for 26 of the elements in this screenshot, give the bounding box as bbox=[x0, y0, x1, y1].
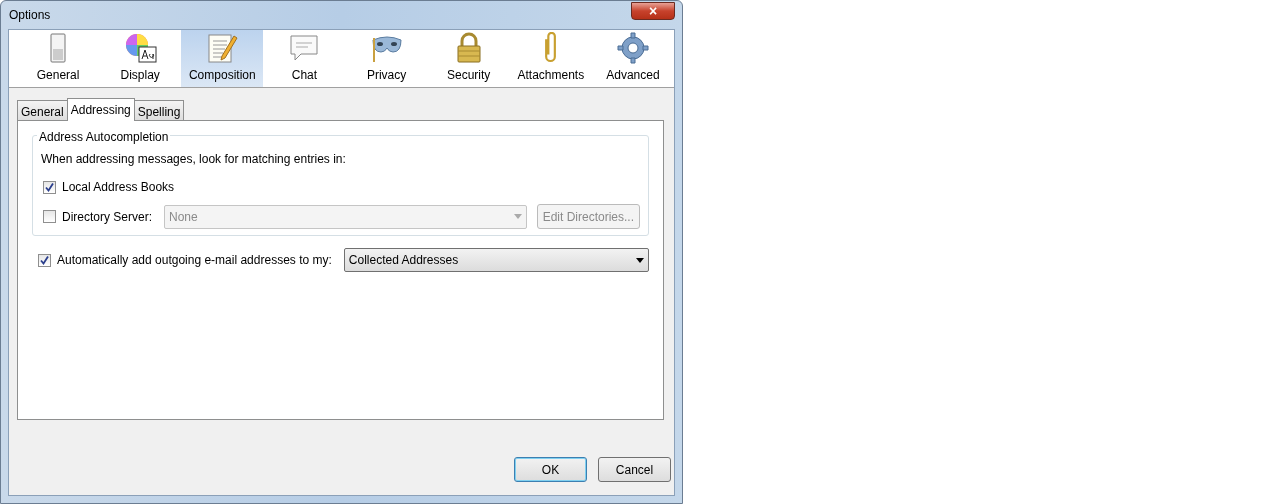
dropdown-arrow-icon bbox=[635, 257, 644, 263]
pane-tab[interactable]: Attachments bbox=[509, 30, 592, 87]
pane-tab[interactable]: Security bbox=[427, 30, 510, 87]
checkbox[interactable] bbox=[43, 180, 56, 194]
dialog-button[interactable]: Cancel bbox=[598, 457, 671, 482]
dialog-button[interactable]: OK bbox=[514, 457, 587, 482]
pane-tab[interactable]: Chat bbox=[263, 30, 346, 87]
pane-tab[interactable]: General bbox=[17, 30, 100, 87]
window-title: Options bbox=[8, 7, 51, 24]
dropdown-arrow-icon bbox=[513, 214, 522, 219]
close-button[interactable]: × bbox=[631, 2, 675, 20]
pane-tab[interactable]: Privacy bbox=[345, 30, 428, 87]
pane-tab[interactable]: Composition bbox=[181, 30, 264, 87]
checkbox-label[interactable]: Automatically add outgoing e-mail addresses to my: bbox=[57, 251, 332, 269]
tab[interactable]: General bbox=[17, 100, 68, 120]
address-book-dropdown[interactable]: Collected Addresses bbox=[343, 248, 649, 272]
tab[interactable]: Spelling bbox=[133, 100, 185, 120]
intro-text: When addressing messages, look for matching entries in: bbox=[41, 151, 347, 168]
notepad-pencil-icon bbox=[205, 32, 240, 64]
checkbox-label[interactable]: Local Address Books bbox=[62, 178, 175, 196]
tab[interactable]: Addressing bbox=[66, 98, 135, 121]
pane-tab[interactable]: Display bbox=[99, 30, 182, 87]
pane-tab[interactable]: Advanced bbox=[591, 30, 674, 87]
checkbox[interactable] bbox=[38, 253, 51, 267]
paperclip-icon bbox=[544, 32, 558, 64]
group-legend: Address Autocompletion bbox=[37, 130, 171, 144]
